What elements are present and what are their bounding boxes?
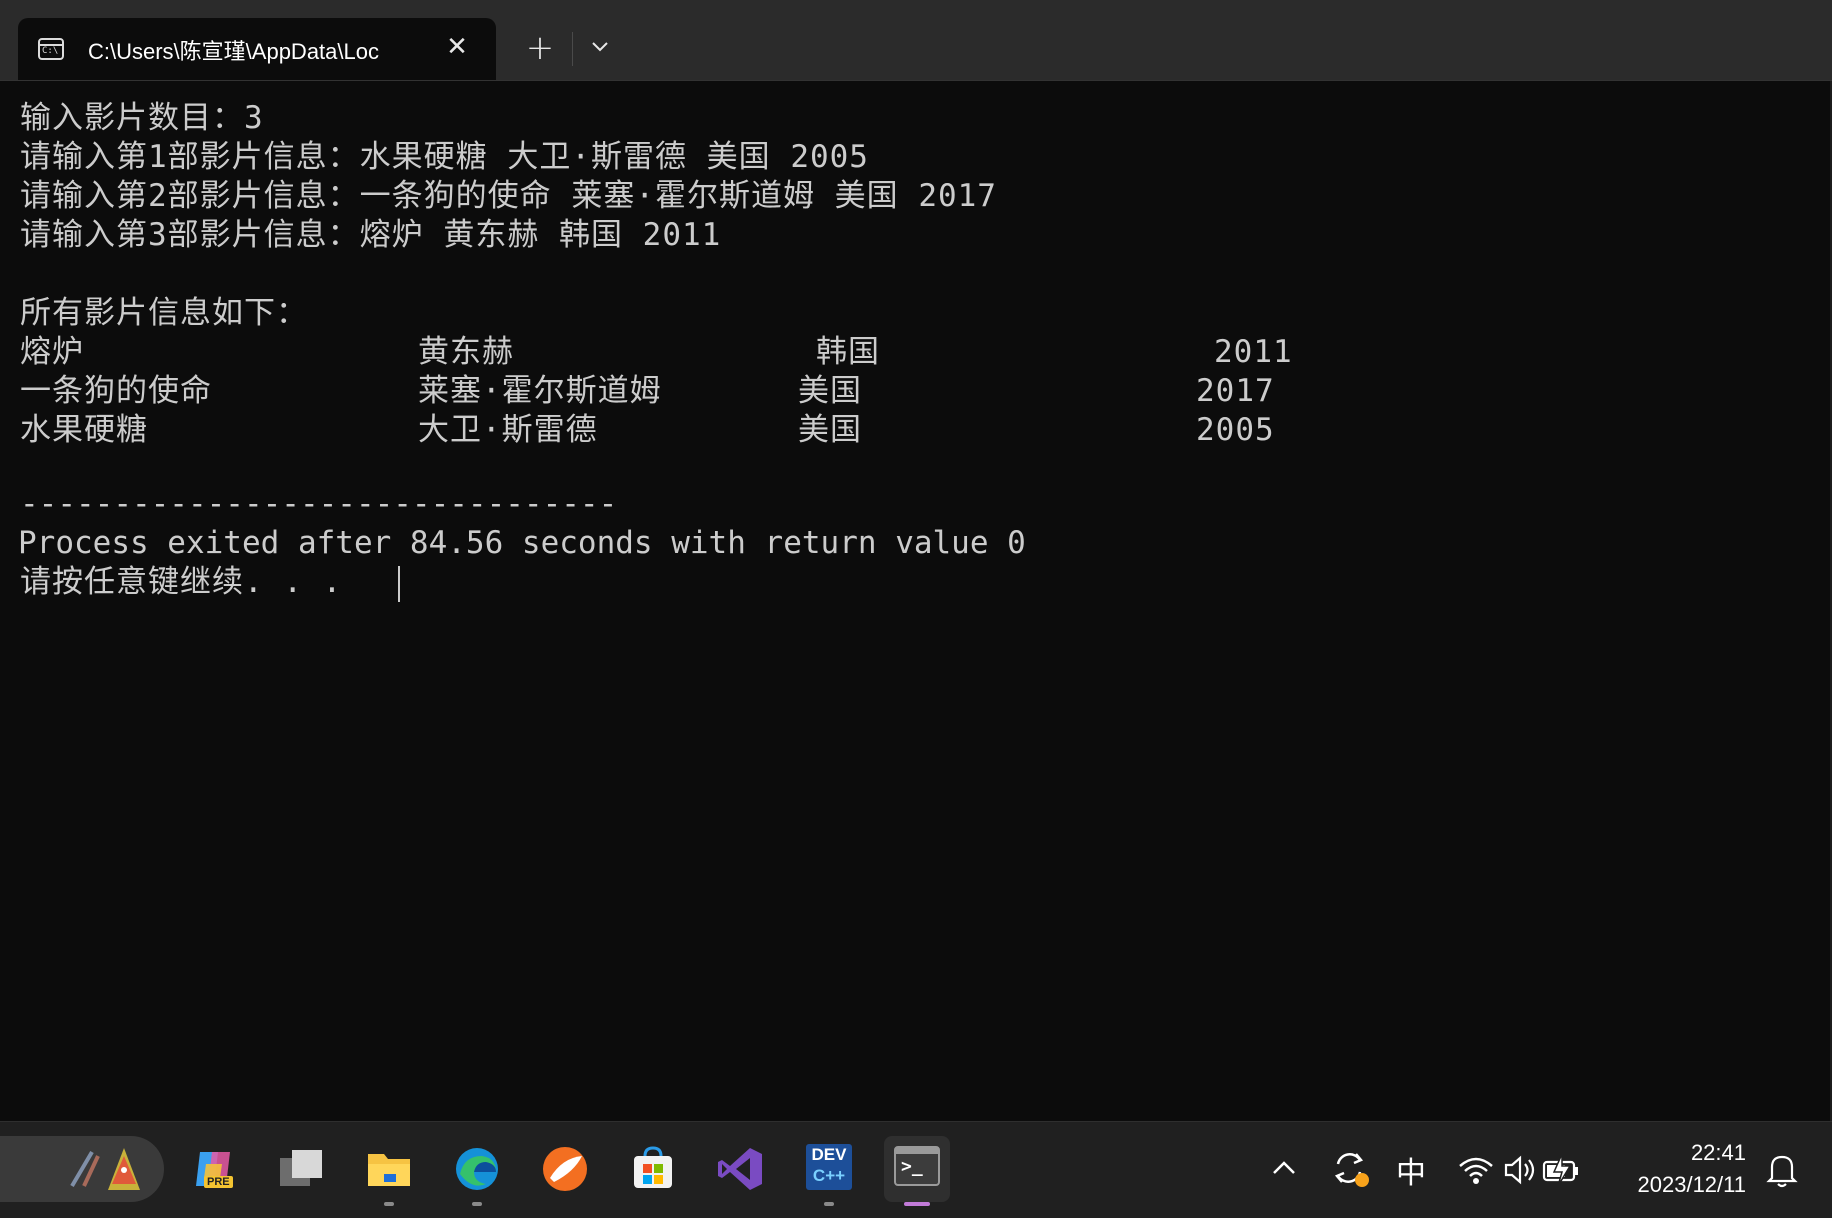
running-indicator bbox=[824, 1202, 834, 1206]
clock-time: 22:41 bbox=[1690, 1140, 1746, 1165]
movie-year: 2005 bbox=[1196, 412, 1275, 448]
sync-icon bbox=[1334, 1153, 1369, 1187]
console-line: 请输入第2部影片信息：一条狗的使命 莱塞·霍尔斯道姆 美国 2017 bbox=[20, 178, 997, 214]
movie-country: 韩国 bbox=[816, 334, 880, 370]
taskbar-dev-cpp[interactable]: DEV C++ bbox=[796, 1136, 862, 1206]
taskbar-edge[interactable] bbox=[444, 1136, 510, 1206]
taskbar-microsoft-store[interactable] bbox=[620, 1136, 686, 1202]
bell-icon bbox=[1766, 1155, 1798, 1188]
movie-director: 大卫·斯雷德 bbox=[418, 412, 598, 448]
tab-title: C:\Users\陈宣瑾\AppData\Loc bbox=[88, 39, 379, 64]
tab-dropdown-button[interactable] bbox=[584, 30, 616, 66]
show-hidden-icons-button[interactable] bbox=[1266, 1150, 1302, 1186]
console-line: 请输入第1部影片信息：水果硬糖 大卫·斯雷德 美国 2005 bbox=[20, 139, 869, 175]
terminal-icon: >_ bbox=[894, 1146, 940, 1186]
movie-director: 黄东赫 bbox=[418, 334, 514, 370]
orange-app-icon bbox=[543, 1147, 587, 1191]
christmas-tree-icon bbox=[70, 1148, 140, 1190]
taskbar-file-explorer[interactable] bbox=[356, 1136, 422, 1206]
chevron-up-icon bbox=[1273, 1161, 1295, 1174]
close-tab-icon[interactable]: ✕ bbox=[442, 32, 472, 62]
movie-title: 一条狗的使命 bbox=[20, 373, 212, 409]
movie-year: 2011 bbox=[1214, 334, 1293, 370]
network-volume-battery-button[interactable] bbox=[1454, 1146, 1584, 1192]
terminal-tab[interactable]: C:\ C:\Users\陈宣瑾\AppData\Loc ✕ bbox=[18, 18, 496, 80]
list-header: 所有影片信息如下： bbox=[20, 295, 308, 331]
taskbar-visual-studio[interactable] bbox=[708, 1136, 774, 1202]
running-indicator bbox=[384, 1202, 394, 1206]
exit-message: Process exited after 84.56 seconds with … bbox=[18, 525, 1026, 561]
visual-studio-icon bbox=[718, 1148, 762, 1190]
console-output[interactable]: 输入影片数目：3 请输入第1部影片信息：水果硬糖 大卫·斯雷德 美国 2005 … bbox=[0, 81, 1832, 1121]
taskbar-copilot[interactable]: PRE bbox=[180, 1136, 246, 1202]
movie-country: 美国 bbox=[798, 412, 862, 448]
clock-date: 2023/12/11 bbox=[1637, 1172, 1746, 1197]
battery-charging-icon bbox=[1542, 1153, 1578, 1187]
text-cursor bbox=[398, 566, 400, 602]
new-tab-button[interactable]: + bbox=[520, 28, 560, 68]
volume-icon bbox=[1504, 1155, 1535, 1185]
notifications-button[interactable] bbox=[1762, 1148, 1802, 1192]
title-separator bbox=[572, 32, 573, 66]
taskbar: PRE DEV C++ >_ 中 22:41 2023/12/11 bbox=[0, 1121, 1832, 1218]
task-view-icon bbox=[280, 1150, 322, 1186]
taskbar-terminal[interactable]: >_ bbox=[884, 1136, 950, 1206]
clock-button[interactable]: 22:41 2023/12/11 bbox=[1610, 1132, 1750, 1208]
movie-country: 美国 bbox=[798, 373, 862, 409]
chevron-down-icon bbox=[592, 42, 608, 52]
taskbar-task-view[interactable] bbox=[268, 1136, 334, 1202]
console-line: 输入影片数目：3 bbox=[20, 100, 264, 136]
movie-title: 水果硬糖 bbox=[20, 412, 148, 448]
active-indicator bbox=[904, 1202, 930, 1206]
movie-year: 2017 bbox=[1196, 373, 1275, 409]
edge-icon bbox=[456, 1148, 498, 1190]
pre-badge: PRE bbox=[204, 1176, 233, 1188]
taskbar-orange-app[interactable] bbox=[532, 1136, 598, 1202]
title-bar: C:\ C:\Users\陈宣瑾\AppData\Loc ✕ + bbox=[0, 0, 1832, 81]
continue-prompt: 请按任意键继续. . . bbox=[20, 564, 343, 600]
dev-cpp-icon: DEV C++ bbox=[806, 1144, 852, 1190]
console-line: 请输入第3部影片信息：熔炉 黄东赫 韩国 2011 bbox=[20, 217, 722, 253]
sync-status-button[interactable] bbox=[1328, 1146, 1372, 1190]
folder-icon bbox=[368, 1154, 410, 1186]
widgets-button[interactable] bbox=[0, 1136, 164, 1202]
wifi-icon bbox=[1459, 1157, 1493, 1184]
separator-line: -------------------------------- bbox=[20, 486, 618, 522]
movie-title: 熔炉 bbox=[20, 334, 84, 370]
store-icon bbox=[634, 1146, 672, 1188]
running-indicator bbox=[472, 1202, 482, 1206]
ime-indicator[interactable]: 中 bbox=[1396, 1148, 1426, 1192]
movie-director: 莱塞·霍尔斯道姆 bbox=[418, 373, 662, 409]
console-icon: C:\ bbox=[38, 38, 64, 60]
